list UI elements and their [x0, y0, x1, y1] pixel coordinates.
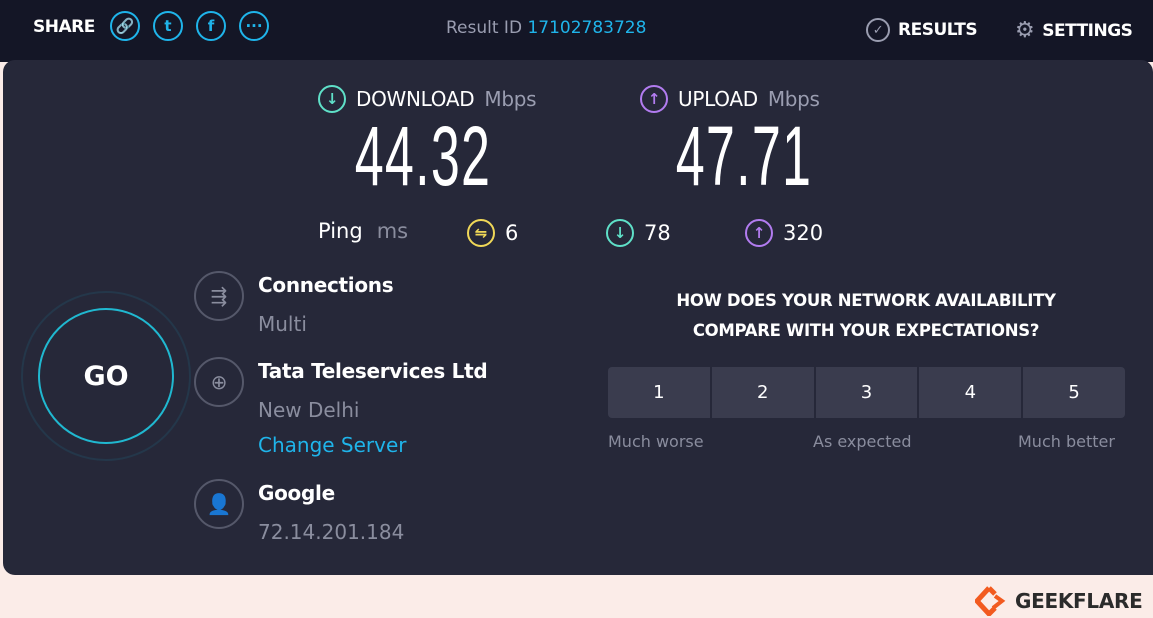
- rating-mid-label: As expected: [813, 432, 912, 451]
- share-label: SHARE: [33, 17, 95, 37]
- results-label: RESULTS: [898, 20, 978, 40]
- ping-idle: ⇋ 6: [467, 219, 518, 247]
- rating-option-2[interactable]: 2: [711, 367, 814, 418]
- survey-line-2: COMPARE WITH YOUR EXPECTATIONS?: [692, 321, 1040, 340]
- ping-upload: ↑ 320: [745, 219, 823, 247]
- ping-idle-value: 6: [505, 221, 519, 245]
- result-id: Result ID 17102783728: [446, 18, 646, 38]
- rating-scale: 1 2 3 4 5: [608, 367, 1125, 418]
- ping-download-value: 78: [644, 221, 671, 245]
- results-button[interactable]: ✓ RESULTS: [866, 18, 978, 42]
- connections-value[interactable]: Multi: [258, 312, 307, 336]
- settings-button[interactable]: ⚙ SETTINGS: [1015, 18, 1133, 43]
- ping-label: Ping ms: [318, 219, 408, 243]
- rating-option-1[interactable]: 1: [608, 367, 710, 418]
- link-icon[interactable]: 🔗: [110, 11, 140, 41]
- survey-line-1: HOW DOES YOUR NETWORK AVAILABILITY: [676, 291, 1056, 310]
- gear-icon: ⚙: [1015, 18, 1035, 43]
- ping-download: ↓ 78: [606, 219, 671, 247]
- result-id-label: Result ID: [446, 18, 523, 38]
- rating-option-4[interactable]: 4: [919, 367, 1022, 418]
- host-ip: 72.14.201.184: [258, 520, 405, 544]
- rating-high-label: Much better: [1018, 432, 1115, 451]
- idle-ping-icon: ⇋: [467, 219, 495, 247]
- geekflare-text: GEEKFLARE: [1015, 589, 1143, 613]
- upload-value: 47.71: [675, 109, 813, 203]
- result-id-link[interactable]: 17102783728: [527, 18, 646, 38]
- isp-name: Tata Teleservices Ltd: [258, 359, 488, 383]
- host-name: Google: [258, 481, 335, 505]
- user-icon: 👤: [194, 479, 244, 529]
- survey-question: HOW DOES YOUR NETWORK AVAILABILITY COMPAR…: [600, 286, 1132, 346]
- change-server-link[interactable]: Change Server: [258, 433, 407, 457]
- rating-option-5[interactable]: 5: [1023, 367, 1125, 418]
- ping-upload-value: 320: [783, 221, 824, 245]
- twitter-icon[interactable]: t: [153, 11, 183, 41]
- check-circle-icon: ✓: [866, 18, 890, 42]
- more-icon[interactable]: ···: [239, 11, 269, 41]
- facebook-icon[interactable]: f: [196, 11, 226, 41]
- upload-ping-icon: ↑: [745, 219, 773, 247]
- connections-title: Connections: [258, 273, 394, 297]
- geekflare-logo: GEEKFLARE: [975, 586, 1143, 616]
- globe-icon: ⊕: [194, 357, 244, 407]
- isp-location: New Delhi: [258, 398, 360, 422]
- download-value: 44.32: [354, 109, 492, 203]
- geekflare-logo-icon: [975, 586, 1006, 616]
- connections-icon: ⇶: [194, 271, 244, 321]
- ping-unit: ms: [376, 219, 409, 243]
- go-button[interactable]: GO: [38, 308, 174, 444]
- ping-text: Ping: [318, 219, 363, 243]
- rating-option-3[interactable]: 3: [815, 367, 918, 418]
- settings-label: SETTINGS: [1042, 20, 1133, 41]
- download-ping-icon: ↓: [606, 219, 634, 247]
- rating-low-label: Much worse: [608, 432, 704, 451]
